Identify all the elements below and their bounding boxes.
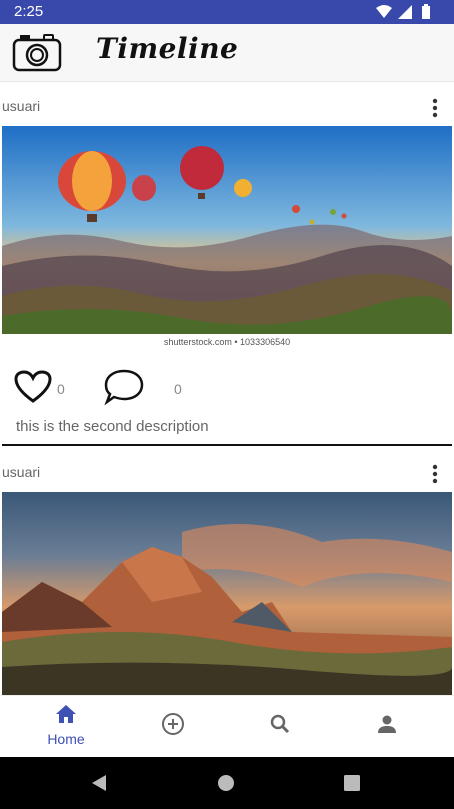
- app-bar: Timeline: [0, 24, 454, 82]
- heart-icon[interactable]: [14, 370, 52, 409]
- nav-item-add[interactable]: [133, 704, 213, 741]
- system-navigation-bar: [0, 757, 454, 809]
- post-username[interactable]: usuari: [2, 98, 40, 114]
- nav-item-home[interactable]: Home: [26, 704, 106, 747]
- post-card: usuari: [0, 456, 454, 695]
- post-card: usuari: [0, 90, 454, 446]
- post-description: this is the second description: [16, 418, 209, 435]
- timeline-feed[interactable]: usuari shutterstock.com • 1033306540 0 0…: [0, 90, 454, 695]
- app-title: Timeline: [96, 32, 239, 65]
- person-icon: [378, 715, 396, 733]
- post-header: usuari: [0, 90, 454, 126]
- image-watermark: shutterstock.com • 1033306540: [164, 337, 290, 347]
- nav-item-profile[interactable]: [347, 704, 427, 741]
- cell-signal-icon: [398, 5, 412, 19]
- post-username[interactable]: usuari: [2, 464, 40, 480]
- comment-icon[interactable]: [103, 368, 145, 411]
- home-icon: [56, 705, 76, 723]
- search-icon: [270, 714, 290, 734]
- comment-count: 0: [174, 381, 182, 397]
- home-system-icon[interactable]: [218, 775, 234, 791]
- post-header: usuari: [0, 456, 454, 492]
- recents-icon[interactable]: [344, 775, 360, 791]
- status-icons: [374, 4, 438, 20]
- add-circle-icon: [162, 713, 184, 735]
- post-image[interactable]: [2, 492, 452, 695]
- like-count: 0: [57, 381, 65, 397]
- status-bar: 2:25: [0, 0, 454, 24]
- post-divider: [2, 444, 452, 446]
- camera-icon[interactable]: [12, 32, 62, 77]
- wifi-icon: [376, 5, 392, 18]
- battery-icon: [422, 4, 430, 19]
- nav-item-search[interactable]: [240, 704, 320, 741]
- nav-label-home: Home: [47, 731, 85, 747]
- bottom-navigation: Home: [0, 695, 454, 757]
- post-actions: 0 0: [0, 348, 454, 416]
- status-time: 2:25: [14, 3, 44, 20]
- more-options-icon[interactable]: [432, 98, 438, 123]
- more-options-icon[interactable]: [432, 464, 438, 489]
- back-icon[interactable]: [92, 775, 106, 791]
- post-image[interactable]: shutterstock.com • 1033306540: [2, 126, 452, 348]
